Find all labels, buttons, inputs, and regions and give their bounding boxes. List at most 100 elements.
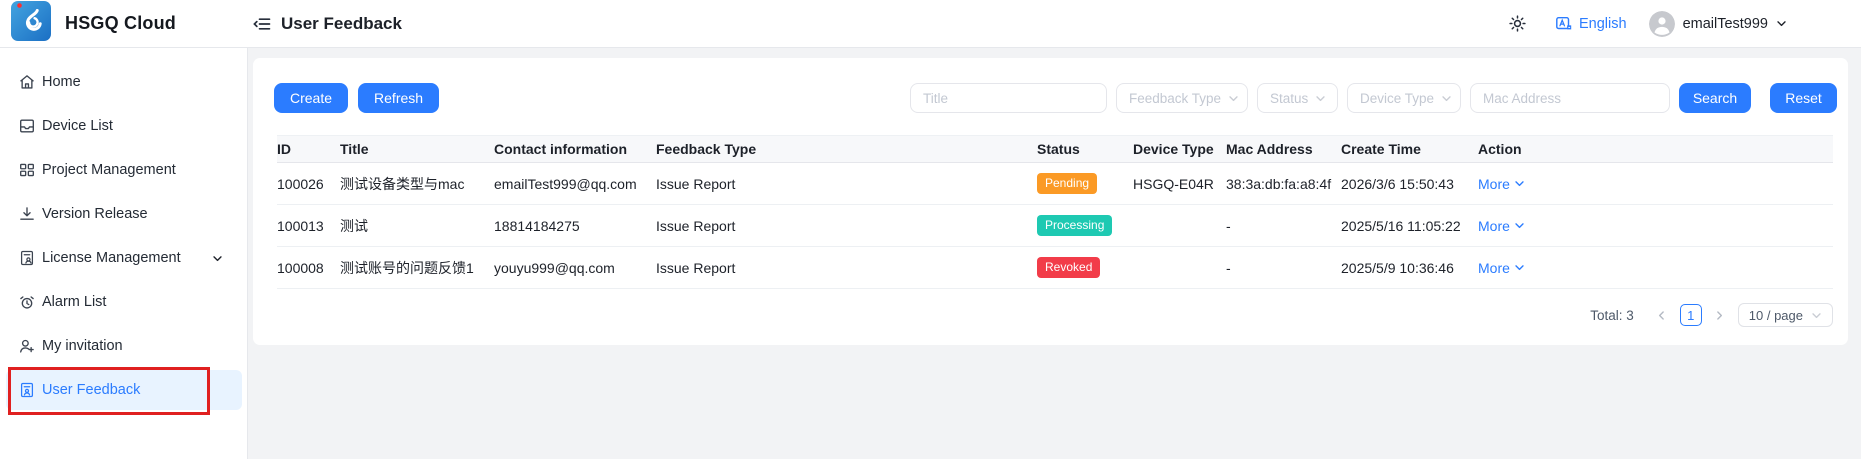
more-action-link[interactable]: More [1478,260,1525,276]
chevron-down-icon [1315,93,1326,104]
theme-toggle-sun-icon[interactable] [1508,14,1527,33]
chevron-down-icon [1514,178,1525,189]
sidebar-item-label: Project Management [42,162,176,178]
chevron-down-icon [1514,220,1525,231]
cell-feedback-type: Issue Report [656,260,1037,276]
status-select[interactable]: Status [1257,83,1338,113]
table-header-row: ID Title Contact information Feedback Ty… [277,135,1833,163]
chevron-down-icon [1811,310,1822,321]
cell-mac: - [1226,218,1341,234]
feedback-card: Create Refresh Feedback Type Status Devi… [253,58,1848,345]
chevron-down-icon [212,253,223,264]
cell-device-type: HSGQ-E04R [1133,176,1226,192]
mac-address-filter-input[interactable] [1470,83,1670,113]
cell-id: 100008 [277,260,340,276]
chevron-left-icon[interactable] [1652,304,1672,326]
chevron-right-icon[interactable] [1710,304,1730,326]
cell-create-time: 2026/3/6 15:50:43 [1341,176,1478,192]
cell-action: More [1478,260,1833,276]
pagination: Total: 3 1 10 / page [253,303,1833,327]
version-release-icon [18,205,36,223]
language-switcher[interactable]: English [1555,15,1627,33]
col-header-action: Action [1478,141,1833,157]
project-management-icon [18,161,36,179]
sidebar: Home Device List Project Management Vers… [0,48,248,459]
col-header-mac: Mac Address [1226,141,1341,157]
sidebar-item-home[interactable]: Home [6,62,242,102]
sidebar-item-user-feedback[interactable]: User Feedback [6,370,242,410]
toolbar: Create Refresh Feedback Type Status Devi… [253,58,1848,113]
sidebar-item-license-management[interactable]: License Management [6,238,242,278]
refresh-button[interactable]: Refresh [358,83,439,113]
more-action-link[interactable]: More [1478,176,1525,192]
cell-title: 测试 [340,216,494,236]
sidebar-item-label: License Management [42,250,181,266]
reset-button[interactable]: Reset [1770,83,1837,113]
cell-action: More [1478,176,1833,192]
table-row: 100013 测试 18814184275 Issue Report Proce… [277,205,1833,247]
cell-id: 100026 [277,176,340,192]
device-type-select[interactable]: Device Type [1347,83,1461,113]
sidebar-item-my-invitation[interactable]: My invitation [6,326,242,366]
more-action-link[interactable]: More [1478,218,1525,234]
status-select-label: Status [1270,91,1308,106]
home-icon [18,73,36,91]
status-badge: Revoked [1037,257,1100,278]
cell-contact: youyu999@qq.com [494,260,656,276]
filter-bar: Feedback Type Status Device Type Search … [910,83,1837,113]
cell-create-time: 2025/5/9 10:36:46 [1341,260,1478,276]
cell-feedback-type: Issue Report [656,176,1037,192]
main-content: Create Refresh Feedback Type Status Devi… [249,48,1861,459]
user-menu[interactable]: emailTest999 [1649,11,1787,37]
chevron-down-icon [1228,93,1239,104]
cell-id: 100013 [277,218,340,234]
cell-status: Pending [1037,173,1133,194]
chevron-down-icon [1514,262,1525,273]
page-number-button[interactable]: 1 [1680,304,1702,326]
feedback-type-select-label: Feedback Type [1129,91,1221,106]
feedback-table: ID Title Contact information Feedback Ty… [277,135,1833,289]
app-window: HSGQ Cloud User Feedback English emailTe… [0,0,1861,459]
col-header-create-time: Create Time [1341,141,1478,157]
status-badge: Pending [1037,173,1097,194]
col-header-contact: Contact information [494,141,656,157]
sidebar-item-version-release[interactable]: Version Release [6,194,242,234]
col-header-id: ID [277,141,340,157]
user-feedback-icon [18,381,36,399]
menu-fold-icon[interactable] [252,14,272,34]
sidebar-item-label: Alarm List [42,294,106,310]
sidebar-item-device-list[interactable]: Device List [6,106,242,146]
search-button[interactable]: Search [1679,83,1751,113]
cell-contact: emailTest999@qq.com [494,176,656,192]
more-action-label: More [1478,176,1510,192]
device-list-icon [18,117,36,135]
sidebar-item-label: Home [42,74,81,90]
license-management-icon [18,249,36,267]
table-row: 100026 测试设备类型与mac emailTest999@qq.com Is… [277,163,1833,205]
chevron-down-icon [1441,93,1452,104]
page-size-select[interactable]: 10 / page [1738,303,1833,327]
sidebar-item-project-management[interactable]: Project Management [6,150,242,190]
title-filter-input[interactable] [910,83,1107,113]
cell-status: Revoked [1037,257,1133,278]
sidebar-item-alarm-list[interactable]: Alarm List [6,282,242,322]
create-button[interactable]: Create [274,83,348,113]
page-size-label: 10 / page [1749,308,1803,323]
col-header-feedback-type: Feedback Type [656,141,1037,157]
alarm-list-icon [18,293,36,311]
cell-action: More [1478,218,1833,234]
more-action-label: More [1478,218,1510,234]
username: emailTest999 [1683,16,1768,32]
cell-status: Processing [1037,215,1133,236]
language-label: English [1579,16,1627,32]
col-header-status: Status [1037,141,1133,157]
my-invitation-icon [18,337,36,355]
topbar-actions: English emailTest999 [1508,11,1861,37]
topbar: HSGQ Cloud User Feedback English emailTe… [0,0,1861,48]
table-body: 100026 测试设备类型与mac emailTest999@qq.com Is… [277,163,1833,289]
cell-feedback-type: Issue Report [656,218,1037,234]
brand: HSGQ Cloud [0,0,248,48]
feedback-type-select[interactable]: Feedback Type [1116,83,1248,113]
cell-title: 测试设备类型与mac [340,174,494,194]
sidebar-item-label: User Feedback [42,382,140,398]
